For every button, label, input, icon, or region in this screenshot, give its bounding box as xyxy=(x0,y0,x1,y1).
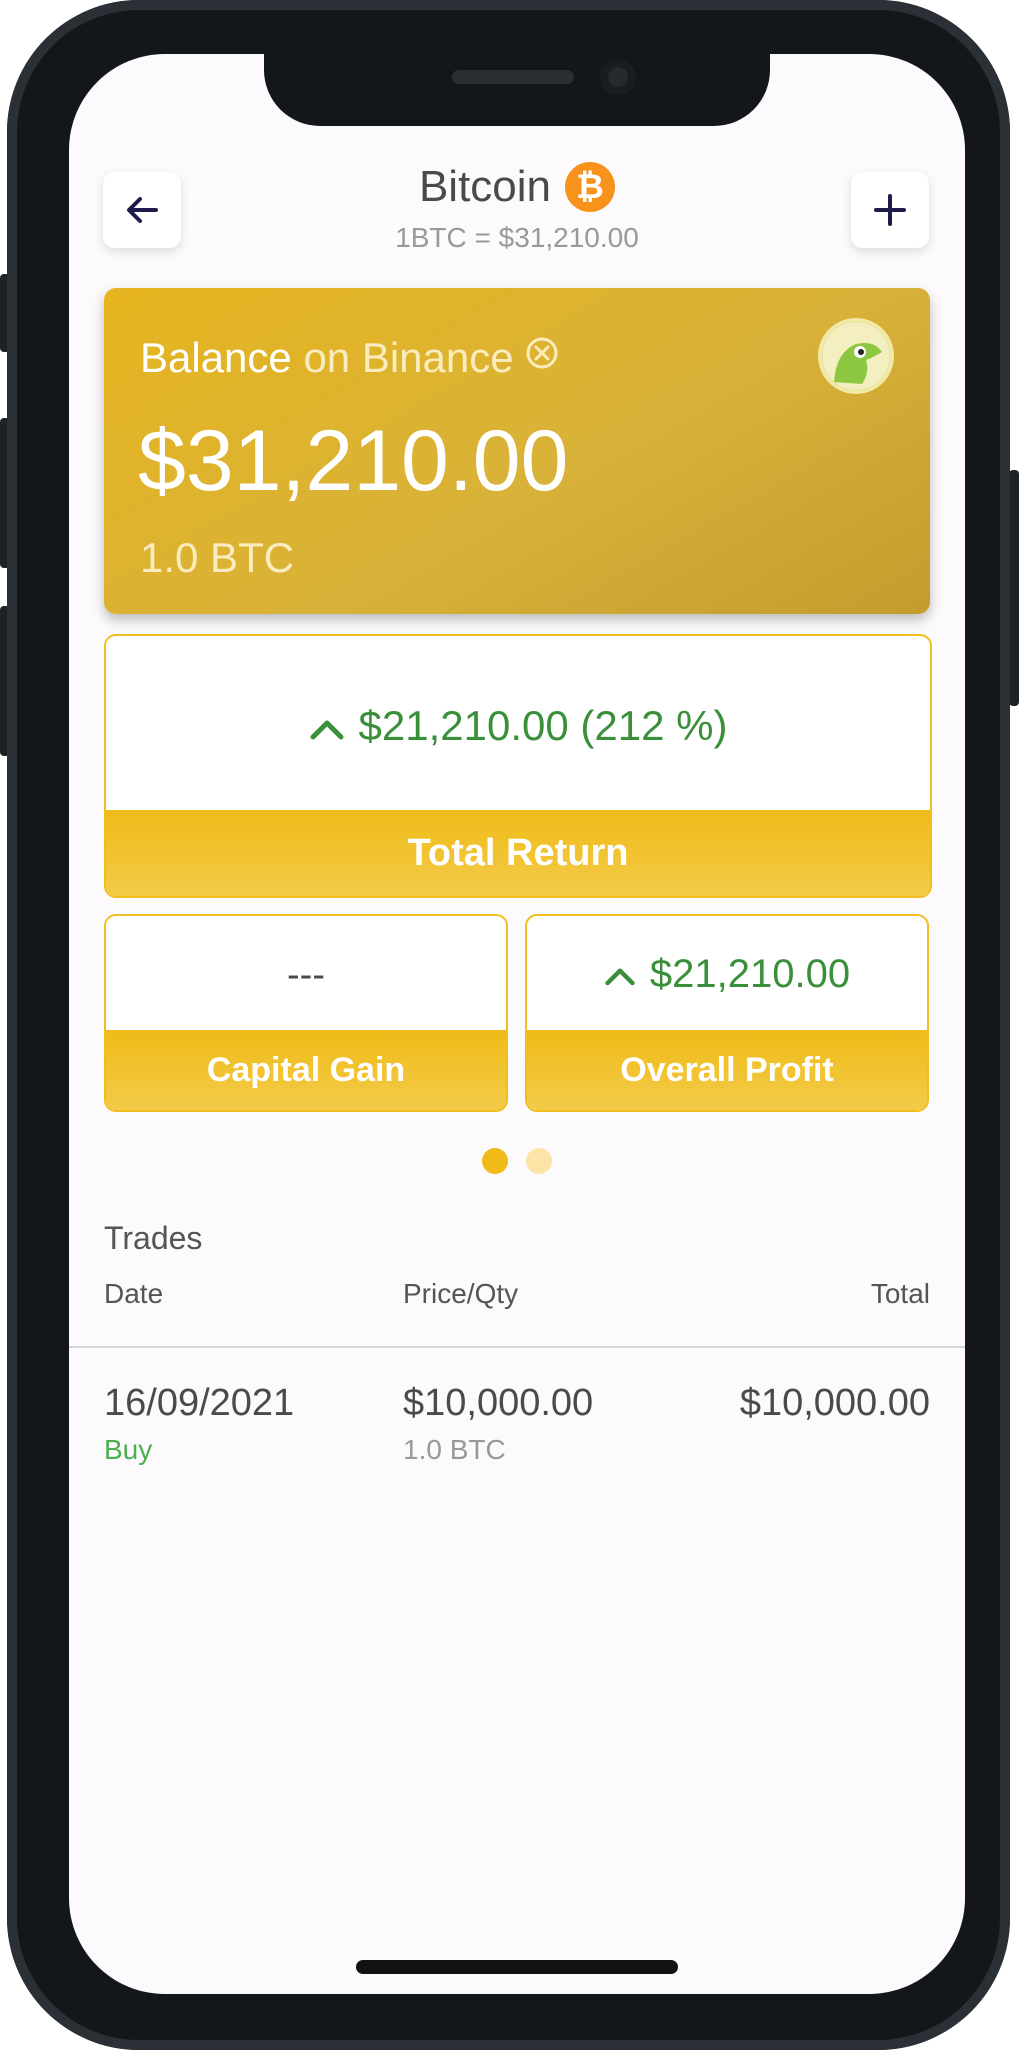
capital-gain-label: Capital Gain xyxy=(106,1030,506,1110)
coingecko-icon xyxy=(822,322,890,390)
divider xyxy=(69,1346,965,1348)
overall-profit-label: Overall Profit xyxy=(527,1030,927,1110)
exchange-rate: 1BTC = $31,210.00 xyxy=(395,222,639,253)
total-return-value: $21,210.00 (212 %) xyxy=(358,702,728,749)
trade-total: $10,000.00 xyxy=(739,1382,930,1424)
trades-title: Trades xyxy=(104,1220,203,1256)
trade-quantity: 1.0 BTC xyxy=(403,1434,506,1465)
chevron-up-icon xyxy=(605,968,635,986)
add-trade-button[interactable] xyxy=(851,172,929,248)
plus-icon xyxy=(874,194,906,226)
power-button xyxy=(1009,470,1019,706)
exchange-name: on Binance xyxy=(303,334,514,381)
overall-profit-value: $21,210.00 xyxy=(649,952,851,996)
capital-gain-value: --- xyxy=(287,954,325,996)
chevron-up-icon xyxy=(310,720,344,740)
balance-label-row: Balance on Binance xyxy=(140,334,559,382)
bitcoin-icon: ₿ xyxy=(565,162,616,212)
balance-card[interactable]: Balance on Binance $31,210.00 1.0 BTC xyxy=(104,288,930,614)
notch xyxy=(264,54,770,126)
capital-gain-card[interactable]: --- Capital Gain xyxy=(104,914,508,1112)
page-dot-active[interactable] xyxy=(482,1148,508,1174)
phone-frame: Bitcoin ₿ 1BTC = $31,210.00 Balance on B… xyxy=(7,0,1010,2050)
overall-profit-value-row: $21,210.00 xyxy=(527,952,927,997)
column-header-date: Date xyxy=(104,1278,164,1309)
trade-price: $10,000.00 xyxy=(403,1382,594,1424)
camera xyxy=(600,59,636,95)
overall-profit-card[interactable]: $21,210.00 Overall Profit xyxy=(525,914,929,1112)
balance-quantity: 1.0 BTC xyxy=(140,534,295,581)
trade-type: Buy xyxy=(104,1434,153,1465)
page-indicator xyxy=(69,1148,965,1174)
total-return-label: Total Return xyxy=(106,810,930,896)
column-header-total: Total xyxy=(870,1278,930,1309)
balance-label: Balance xyxy=(140,334,292,381)
speaker xyxy=(452,70,574,84)
home-indicator[interactable] xyxy=(356,1960,678,1974)
total-return-value-row: $21,210.00 (212 %) xyxy=(106,702,930,750)
balance-amount: $31,210.00 xyxy=(138,413,569,509)
page-dot[interactable] xyxy=(526,1148,552,1174)
app-screen: Bitcoin ₿ 1BTC = $31,210.00 Balance on B… xyxy=(69,54,965,1994)
column-header-price-qty: Price/Qty xyxy=(403,1278,519,1309)
total-return-card[interactable]: $21,210.00 (212 %) Total Return xyxy=(104,634,932,898)
close-circle-icon[interactable] xyxy=(525,336,559,370)
trade-date: 16/09/2021 xyxy=(104,1382,295,1424)
coin-name: Bitcoin xyxy=(418,162,552,211)
coin-title: Bitcoin ₿ xyxy=(69,162,965,212)
